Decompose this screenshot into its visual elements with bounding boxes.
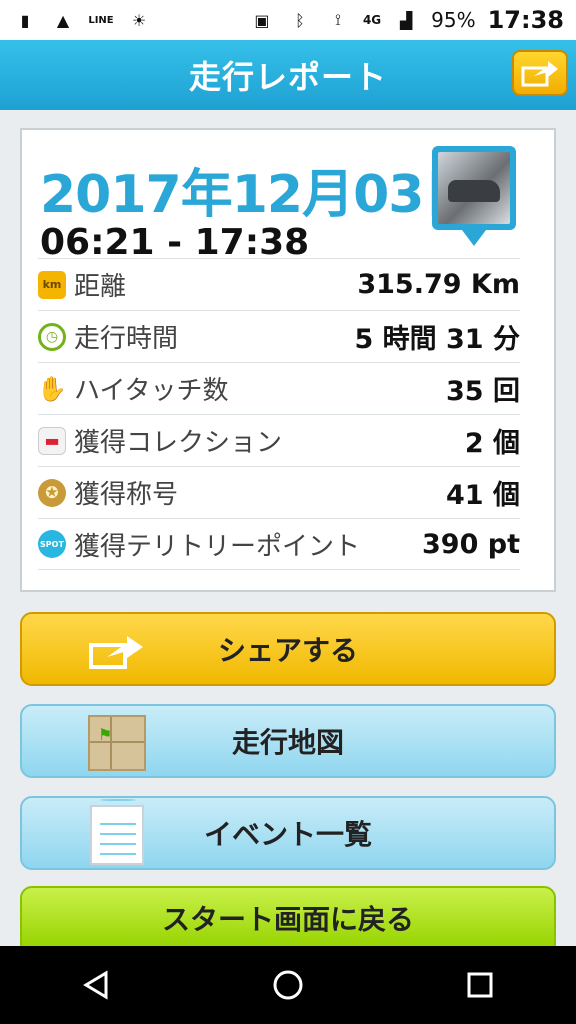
report-card: 2017年12月03日 06:21 - 17:38 km 距離 315.79 K… (20, 128, 556, 592)
stat-label: ハイタッチ数 (74, 376, 229, 406)
stat-row-distance: km 距離 315.79 Km (38, 258, 520, 310)
car-icon: ▬ (38, 426, 66, 455)
stat-label: 距離 (74, 272, 127, 302)
pin-tip (462, 230, 486, 246)
stat-row-titles: ✪ 獲得称号 41 個 (38, 466, 520, 518)
system-nav-bar (0, 946, 576, 1024)
stat-row-hi-touch: ✋ ハイタッチ数 35 回 (37, 362, 520, 414)
stat-value: 35 回 (446, 376, 520, 407)
stat-label: 走行時間 (74, 324, 179, 354)
home-icon[interactable] (248, 955, 328, 1015)
battery-level: 95% (431, 8, 476, 32)
stat-value: 5 時間 31 分 (354, 324, 520, 355)
page-title: 走行レポート (188, 58, 387, 96)
event-list-button-label: イベント一覧 (203, 818, 372, 851)
status-bar: ▮ ▲ LINE ☀ ▣ ᛒ ⟟ 4G ▟ 95% 17:38 (0, 0, 576, 40)
share-icon (84, 618, 150, 684)
spot-icon: SPOT (38, 530, 66, 558)
stat-label: 獲得テリトリーポイント (74, 531, 361, 562)
recents-icon[interactable] (440, 955, 520, 1015)
back-to-start-button[interactable]: スタート画面に戻る (20, 886, 556, 950)
line-icon: LINE (88, 14, 114, 26)
stats-list: km 距離 315.79 Km ◷ 走行時間 5 時間 31 分 ✋ ハイタッチ… (37, 258, 520, 570)
nfc-icon: ⟟ (334, 10, 341, 29)
drive-map-button-label: 走行地図 (231, 726, 344, 759)
header-share-button[interactable] (512, 50, 568, 96)
au-icon: ▮ (20, 10, 30, 30)
status-bar-left: ▮ ▲ LINE ☀ (12, 9, 152, 31)
car-photo (438, 152, 510, 224)
status-bar-right: ▣ ᛒ ⟟ 4G ▟ 95% 17:38 (249, 6, 564, 34)
clock-icon: ◷ (38, 322, 66, 351)
stat-value: 315.79 Km (357, 269, 520, 300)
event-list-button[interactable]: イベント一覧 (20, 796, 556, 870)
stat-row-territory-points: SPOT 獲得テリトリーポイント 390 pt (38, 518, 520, 570)
stat-value: 41 個 (446, 480, 520, 511)
medal-icon: ✪ (38, 478, 66, 507)
bluetooth-icon: ᛒ (295, 10, 305, 30)
stat-label: 獲得コレクション (74, 428, 283, 458)
image-icon: ▲ (56, 10, 70, 30)
map-icon: ⚑ (84, 710, 150, 776)
stat-row-drive-time: ◷ 走行時間 5 時間 31 分 (38, 310, 520, 362)
note-icon (84, 799, 150, 868)
share-button-label: シェアする (217, 634, 358, 667)
share-button[interactable]: シェアする (20, 612, 556, 686)
signal-icon: ▟ (399, 10, 413, 30)
share-icon (521, 61, 558, 87)
stat-label: 獲得称号 (74, 480, 179, 510)
hi-touch-icon: ✋ (37, 374, 67, 403)
back-icon[interactable] (56, 955, 136, 1015)
stat-value: 390 pt (422, 528, 520, 560)
network-type: 4G (362, 13, 382, 27)
clock-time: 17:38 (487, 6, 564, 34)
weather-icon: ☀ (131, 10, 147, 30)
notification-icon: ▣ (254, 10, 270, 30)
report-date: 2017年12月03日 (40, 165, 475, 225)
photo-thumbnail[interactable] (432, 146, 516, 246)
drive-map-button[interactable]: ⚑ 走行地図 (20, 704, 556, 778)
report-time-range: 06:21 - 17:38 (40, 222, 310, 263)
back-to-start-button-label: スタート画面に戻る (161, 903, 414, 936)
stat-row-collection: ▬ 獲得コレクション 2 個 (38, 414, 520, 466)
km-icon: km (38, 270, 66, 299)
stat-value: 2 個 (464, 428, 520, 459)
app-header: 走行レポート (0, 40, 576, 110)
